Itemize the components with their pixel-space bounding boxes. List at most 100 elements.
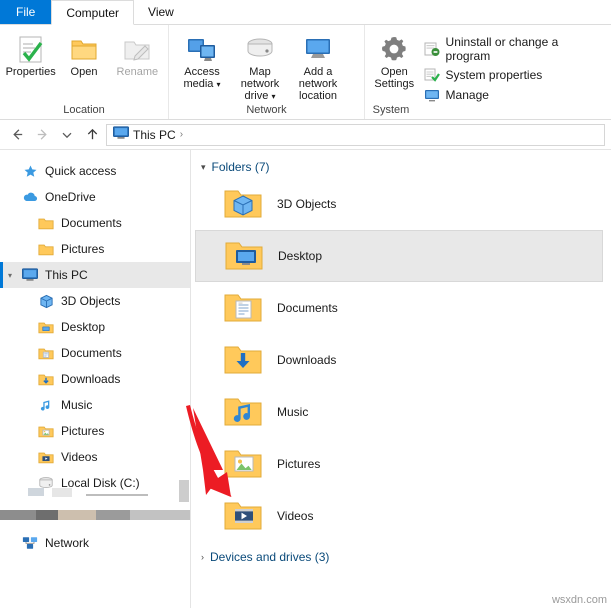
nav-item-onedrive-pictures[interactable]: Pictures — [0, 236, 190, 262]
nav-item-label: Downloads — [61, 372, 121, 386]
add-a-network-location-label-2: location — [299, 90, 337, 102]
tab-computer[interactable]: Computer — [51, 0, 135, 25]
map-drive-icon — [244, 32, 276, 66]
system-small-commands: Uninstall or change a program System pro… — [420, 30, 607, 103]
folder-item-label: Downloads — [277, 353, 337, 367]
nav-item-music[interactable]: Music — [0, 392, 190, 418]
access-media-icon — [186, 32, 218, 66]
access-media-label-2: media ▾ — [183, 78, 221, 90]
folder-item-label: Documents — [277, 301, 338, 315]
pictures-icon — [38, 423, 54, 439]
downloads-icon — [223, 340, 263, 380]
nav-item-3d-objects[interactable]: 3D Objects — [0, 288, 190, 314]
folder-item-desktop[interactable]: Desktop — [195, 230, 603, 282]
folder-item-3d-objects[interactable]: 3D Objects — [195, 178, 603, 230]
open-label: Open — [70, 66, 98, 78]
pictures-icon — [223, 444, 263, 484]
chevron-right-icon[interactable]: › — [201, 552, 204, 562]
arrow-left-icon — [12, 129, 22, 140]
ribbon-tab-bar: File Computer View — [0, 0, 611, 25]
uninstall-or-change-a-program-button[interactable]: Uninstall or change a program — [424, 35, 601, 63]
nav-item-quick-access[interactable]: Quick access — [0, 158, 190, 184]
manage-icon — [424, 87, 440, 103]
nav-item-network[interactable]: Network — [0, 530, 190, 556]
nav-item-documents[interactable]: Documents — [0, 340, 190, 366]
access-media-button[interactable]: Access media ▾ — [173, 30, 231, 91]
manage-button[interactable]: Manage — [424, 87, 601, 103]
breadcrumb-separator: › — [179, 129, 184, 140]
nav-vertical-scrollbar[interactable] — [178, 480, 190, 502]
folder-item-music[interactable]: Music — [195, 386, 603, 438]
map-network-drive-button[interactable]: Map network drive ▾ — [231, 30, 289, 103]
this-pc-icon — [113, 126, 129, 143]
nav-item-onedrive[interactable]: OneDrive — [0, 184, 190, 210]
properties-icon — [16, 32, 46, 66]
folder-item-downloads[interactable]: Downloads — [195, 334, 603, 386]
system-properties-icon — [424, 67, 440, 83]
folder-yellow-icon — [38, 241, 54, 257]
breadcrumb[interactable]: This PC › — [106, 123, 605, 146]
folder-item-pictures[interactable]: Pictures — [195, 438, 603, 490]
chevron-down-icon[interactable]: ▾ — [8, 271, 12, 280]
nav-item-label: Music — [61, 398, 93, 412]
system-properties-button[interactable]: System properties — [424, 67, 601, 83]
folder-item-label: 3D Objects — [277, 197, 337, 211]
nav-item-videos[interactable]: Videos — [0, 444, 190, 470]
uninstall-or-change-a-program-label: Uninstall or change a program — [445, 35, 559, 63]
add-a-network-location-label: Add a network — [298, 66, 338, 90]
nav-item-label: Quick access — [45, 164, 117, 178]
nav-scroll-thumb[interactable] — [179, 480, 189, 502]
music-icon — [38, 397, 54, 413]
forward-button[interactable] — [31, 124, 53, 146]
cloud-icon — [22, 189, 38, 205]
nav-item-label: Documents — [61, 216, 122, 230]
nav-item-pictures[interactable]: Pictures — [0, 418, 190, 444]
nav-item-onedrive-documents[interactable]: Documents — [0, 210, 190, 236]
ribbon-group-network-label: Network — [246, 104, 287, 116]
documents-icon — [38, 345, 54, 361]
folder-item-label: Desktop — [278, 249, 323, 263]
ribbon-group-network: Access media ▾ Map network drive ▾ Add a… — [168, 25, 364, 119]
map-network-drive-label-2: drive ▾ — [244, 90, 276, 102]
up-button[interactable] — [81, 124, 103, 146]
properties-label: Properties — [5, 66, 56, 78]
tab-file-label: File — [16, 5, 36, 19]
open-folder-icon — [69, 32, 99, 66]
tab-computer-label: Computer — [66, 5, 120, 20]
section-header-devices-and-drives[interactable]: › Devices and drives (3) — [191, 550, 611, 564]
rename-button[interactable]: Rename — [111, 30, 164, 78]
add-a-network-location-button[interactable]: Add a network location — [289, 30, 347, 102]
documents-icon — [223, 288, 263, 328]
open-settings-button[interactable]: Open Settings — [369, 30, 420, 90]
tab-file[interactable]: File — [0, 0, 52, 24]
chevron-down-icon[interactable]: ▾ — [201, 162, 206, 173]
nav-item-this-pc[interactable]: ▾ This PC — [0, 262, 190, 288]
nav-item-desktop[interactable]: Desktop — [0, 314, 190, 340]
explorer-body: Quick access OneDrive Documents Pictures… — [0, 150, 611, 608]
recent-locations-button[interactable] — [56, 124, 78, 146]
nav-item-label: Pictures — [61, 424, 105, 438]
folder-item-label: Pictures — [277, 457, 321, 471]
nav-item-downloads[interactable]: Downloads — [0, 366, 190, 392]
map-network-drive-label: Map network — [240, 66, 280, 90]
open-button[interactable]: Open — [57, 30, 110, 78]
nav-clipped-rows — [0, 488, 190, 523]
back-button[interactable] — [6, 124, 28, 146]
this-pc-icon — [22, 267, 38, 283]
ribbon: Properties Open Rename Location Access m… — [0, 25, 611, 120]
folder-item-videos[interactable]: Videos — [195, 490, 603, 542]
add-network-location-icon — [302, 32, 334, 66]
nav-item-label: Network — [45, 536, 90, 550]
arrow-up-icon — [87, 128, 97, 140]
ribbon-group-location: Properties Open Rename Location — [0, 25, 168, 119]
tab-view[interactable]: View — [134, 0, 188, 24]
nav-item-label: OneDrive — [45, 190, 96, 204]
downloads-icon — [38, 371, 54, 387]
folder-item-documents[interactable]: Documents — [195, 282, 603, 334]
section-header-folders[interactable]: ▾ Folders (7) — [191, 160, 611, 174]
3d-objects-icon — [223, 184, 263, 224]
ribbon-group-location-label: Location — [63, 104, 105, 116]
tab-view-label: View — [148, 5, 174, 19]
nav-item-label: Videos — [61, 450, 98, 464]
properties-button[interactable]: Properties — [4, 30, 57, 78]
